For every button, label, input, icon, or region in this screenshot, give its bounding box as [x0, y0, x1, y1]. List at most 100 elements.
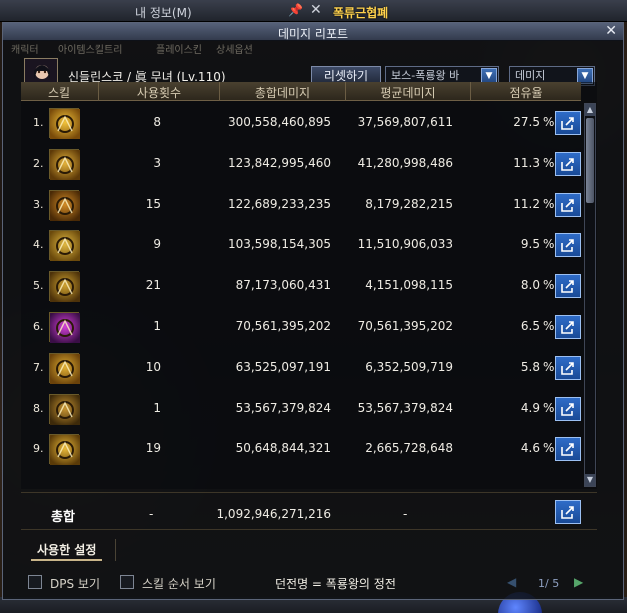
boss-filter-value: 보스-폭룡왕 바 — [391, 69, 460, 82]
scroll-up-icon[interactable]: ▲ — [585, 104, 595, 116]
share-button[interactable] — [555, 192, 581, 217]
share-button[interactable] — [555, 315, 581, 339]
row-avg-damage: 70,561,395,202 — [357, 319, 453, 333]
row-uses: 10 — [145, 359, 161, 374]
row-total-damage: 300,558,460,895 — [227, 115, 331, 129]
row-rank: 2. — [33, 156, 44, 170]
npc-name: 폭류근협폐 — [333, 6, 389, 20]
skill-icon-7 — [49, 352, 80, 384]
row-avg-damage: 41,280,998,486 — [357, 155, 453, 170]
table-row: 4. 9 103,598,154,305 11,510,906,033 9.5 … — [21, 225, 581, 265]
row-rank: 5. — [33, 279, 44, 293]
row-avg-damage: 4,151,098,115 — [365, 278, 453, 293]
background-close-icon[interactable]: ✕ — [310, 2, 322, 18]
row-uses: 1 — [153, 319, 161, 333]
row-total-damage: 103,598,154,305 — [227, 237, 331, 252]
row-avg-damage: 8,179,282,215 — [365, 196, 453, 211]
export-icon — [561, 239, 574, 253]
share-button[interactable] — [555, 274, 581, 299]
ghost-tab: 아이템스킬트리 — [58, 45, 123, 56]
background-window-title: 내 정보(M) — [135, 6, 192, 20]
column-uses[interactable]: 사용횟수 — [99, 84, 219, 101]
table-row: 6. 1 70,561,395,202 70,561,395,202 6.5 % — [21, 307, 581, 347]
pin-icon: 📌 — [288, 3, 303, 17]
total-row: 총합 - 1,092,946,271,216 - — [21, 492, 597, 530]
row-uses: 19 — [145, 441, 161, 456]
table-row: 5. 21 87,173,060,431 4,151,098,115 8.0 % — [21, 266, 581, 306]
row-avg-damage: 6,352,509,719 — [365, 359, 453, 374]
export-icon — [561, 361, 574, 375]
export-icon — [561, 443, 574, 457]
scroll-thumb[interactable] — [586, 118, 594, 203]
page-prev-icon[interactable]: ◀ — [507, 575, 516, 589]
share-button[interactable] — [555, 396, 581, 421]
row-rank: 8. — [33, 401, 44, 415]
row-share: 6.5 — [520, 319, 540, 333]
share-button[interactable] — [555, 500, 581, 524]
used-settings-tab[interactable]: 사용한 설정 — [31, 539, 103, 561]
row-total-damage: 63,525,097,191 — [235, 359, 331, 374]
export-icon — [561, 198, 574, 212]
ghost-tab: 상세옵션 — [216, 45, 253, 56]
row-total-damage: 50,648,844,321 — [235, 441, 331, 456]
row-share: 11.2 — [513, 196, 540, 211]
share-button[interactable] — [555, 151, 581, 176]
row-avg-damage: 37,569,807,611 — [357, 115, 453, 129]
row-share: 27.5 — [513, 115, 540, 129]
dps-view-checkbox[interactable]: DPS 보기 — [28, 574, 108, 591]
column-total-damage[interactable]: 총합데미지 — [220, 84, 345, 101]
skill-icon-9 — [49, 434, 80, 466]
row-total-damage: 70,561,395,202 — [235, 319, 331, 333]
window-titlebar[interactable]: 데미지 리포트 ✕ — [3, 23, 623, 41]
row-share: 8.0 — [520, 278, 540, 293]
share-button[interactable] — [555, 111, 581, 135]
row-percent-sign: % — [543, 237, 555, 252]
skill-icon-8 — [49, 393, 80, 425]
checkbox[interactable] — [28, 575, 42, 589]
scroll-down-icon[interactable]: ▼ — [585, 474, 595, 486]
skill-icon-3 — [49, 189, 80, 221]
row-uses: 3 — [153, 155, 161, 170]
export-icon — [561, 402, 574, 416]
row-percent-sign: % — [543, 278, 555, 293]
total-avg: - — [403, 507, 408, 521]
table-row: 8. 1 53,567,379,824 53,567,379,824 4.9 % — [21, 389, 581, 429]
share-button[interactable] — [555, 233, 581, 258]
checkbox[interactable] — [120, 575, 134, 589]
row-share: 4.6 — [520, 441, 540, 456]
total-label: 총합 — [51, 510, 75, 525]
export-icon — [561, 321, 574, 334]
row-uses: 15 — [145, 196, 161, 211]
share-button[interactable] — [555, 355, 581, 380]
row-avg-damage: 11,510,906,033 — [357, 237, 453, 252]
skill-icon-5 — [49, 271, 80, 303]
row-rank: 6. — [33, 320, 44, 333]
page-next-icon[interactable]: ▶ — [574, 575, 583, 589]
row-total-damage: 122,689,233,235 — [227, 196, 331, 211]
ghost-tab: 캐릭터 — [11, 45, 39, 56]
column-avg-damage[interactable]: 평균데미지 — [346, 84, 470, 101]
row-uses: 1 — [153, 400, 161, 415]
export-icon — [561, 506, 574, 519]
column-share[interactable]: 점유율 — [471, 84, 581, 101]
export-icon — [561, 117, 574, 130]
row-percent-sign: % — [543, 115, 555, 129]
dps-view-label: DPS 보기 — [50, 577, 100, 591]
total-damage: 1,092,946,271,216 — [216, 507, 331, 521]
dungeon-name: 던전명 = 폭룡왕의 정전 — [275, 577, 396, 591]
table-row: 9. 19 50,648,844,321 2,665,728,648 4.6 % — [21, 429, 581, 469]
table-header: 스킬 사용횟수 총합데미지 평균데미지 점유율 — [21, 82, 581, 101]
skill-icon-4 — [49, 230, 80, 262]
table-row: 2. 3 123,842,995,460 41,280,998,486 11.3… — [21, 144, 581, 184]
row-percent-sign: % — [543, 400, 555, 415]
share-button[interactable] — [555, 437, 581, 462]
row-rank: 9. — [33, 442, 44, 456]
close-icon[interactable]: ✕ — [605, 23, 617, 39]
skill-order-checkbox[interactable]: 스킬 순서 보기 — [120, 574, 230, 591]
window-title: 데미지 리포트 — [277, 27, 349, 41]
metric-value: 데미지 — [515, 69, 546, 82]
column-skill[interactable]: 스킬 — [29, 84, 89, 101]
skill-icon-1 — [49, 108, 80, 139]
table-scrollbar[interactable]: ▲ ▼ — [584, 103, 596, 487]
skill-order-label: 스킬 순서 보기 — [142, 577, 216, 591]
